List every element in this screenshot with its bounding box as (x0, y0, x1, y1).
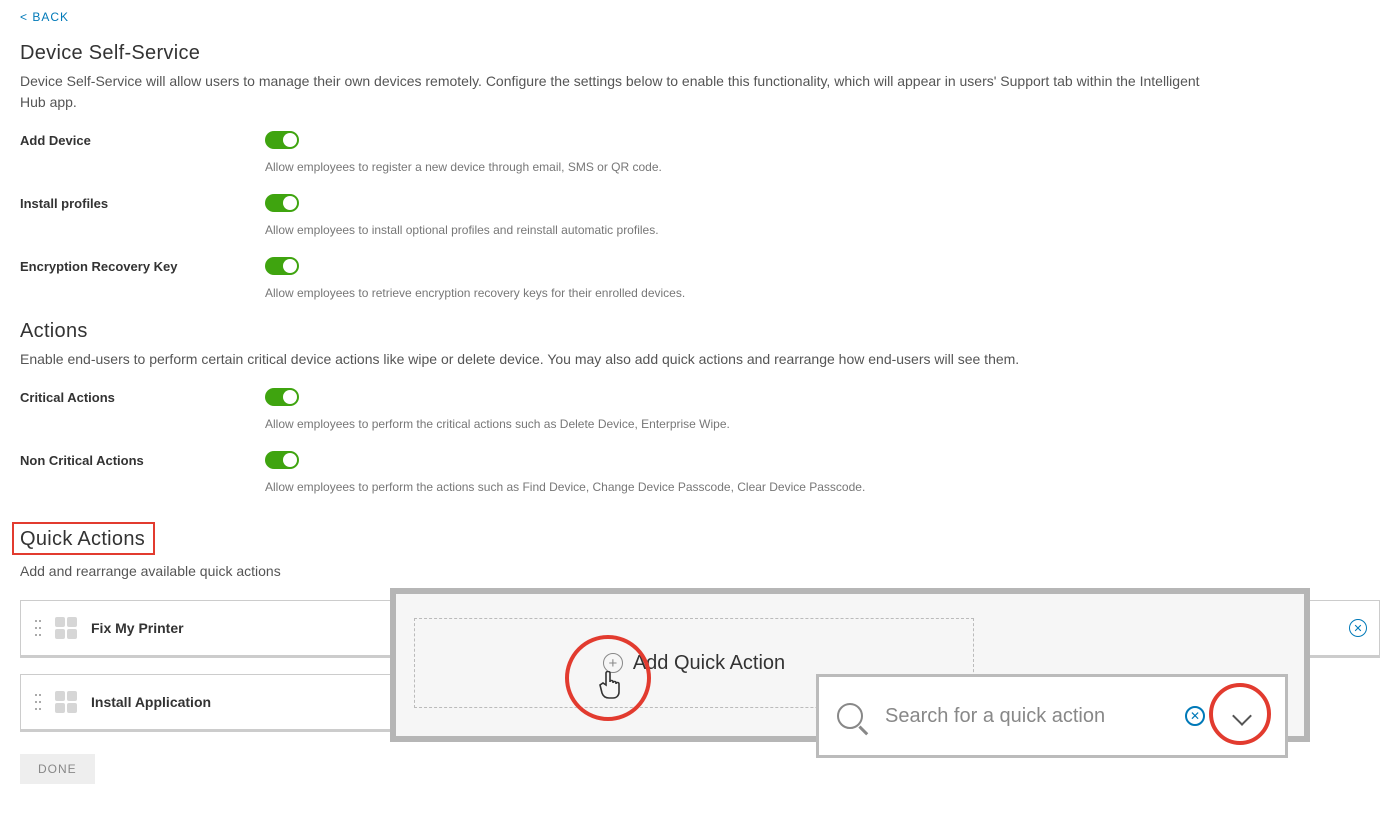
add-quick-action-label: Add Quick Action (633, 652, 785, 675)
section-desc-quick-actions: Add and rearrange available quick action… (20, 561, 1210, 582)
drag-handle-icon[interactable] (35, 620, 41, 636)
setting-help: Allow employees to retrieve encryption r… (265, 286, 1374, 300)
setting-help: Allow employees to perform the actions s… (265, 480, 1374, 494)
section-desc-dss: Device Self-Service will allow users to … (20, 71, 1210, 113)
section-desc-actions: Enable end-users to perform certain crit… (20, 349, 1210, 370)
app-grid-icon (55, 691, 77, 713)
setting-help: Allow employees to install optional prof… (265, 223, 1374, 237)
back-link[interactable]: < BACK (20, 10, 1374, 24)
toggle-encryption-key[interactable] (265, 257, 299, 275)
toggle-install-profiles[interactable] (265, 194, 299, 212)
setting-noncritical-actions: Non Critical Actions Allow employees to … (20, 451, 1374, 494)
setting-label: Non Critical Actions (20, 451, 265, 468)
section-title-quick-actions: Quick Actions (20, 528, 145, 551)
toggle-noncritical-actions[interactable] (265, 451, 299, 469)
section-title-actions: Actions (20, 320, 1374, 343)
setting-add-device: Add Device Allow employees to register a… (20, 131, 1374, 174)
quick-action-title: Install Application (91, 694, 211, 710)
plus-circle-icon: + (603, 653, 623, 673)
drag-handle-icon[interactable] (35, 694, 41, 710)
setting-help: Allow employees to perform the critical … (265, 417, 1374, 431)
setting-label: Critical Actions (20, 388, 265, 405)
remove-action-icon[interactable]: ✕ (1349, 619, 1367, 637)
setting-label: Encryption Recovery Key (20, 257, 265, 274)
device-self-service-page: < BACK Device Self-Service Device Self-S… (0, 0, 1394, 824)
section-title-dss: Device Self-Service (20, 42, 1374, 65)
toggle-critical-actions[interactable] (265, 388, 299, 406)
setting-label: Add Device (20, 131, 265, 148)
setting-label: Install profiles (20, 194, 265, 211)
done-button[interactable]: DONE (20, 754, 95, 784)
setting-encryption-key: Encryption Recovery Key Allow employees … (20, 257, 1374, 300)
quick-actions-highlight: Quick Actions (12, 522, 155, 555)
setting-install-profiles: Install profiles Allow employees to inst… (20, 194, 1374, 237)
setting-critical-actions: Critical Actions Allow employees to perf… (20, 388, 1374, 431)
quick-action-search[interactable]: Search for a quick action ✕ (816, 674, 1288, 758)
clear-search-icon[interactable]: ✕ (1185, 706, 1205, 726)
add-quick-action-overlay: + Add Quick Action Search for a quick ac… (390, 588, 1310, 742)
app-grid-icon (55, 617, 77, 639)
quick-action-title: Fix My Printer (91, 620, 184, 636)
setting-help: Allow employees to register a new device… (265, 160, 1374, 174)
cursor-pointer-icon (597, 671, 623, 708)
search-icon (837, 703, 863, 729)
toggle-add-device[interactable] (265, 131, 299, 149)
chevron-down-icon[interactable] (1232, 706, 1252, 726)
search-placeholder: Search for a quick action (885, 705, 1185, 728)
